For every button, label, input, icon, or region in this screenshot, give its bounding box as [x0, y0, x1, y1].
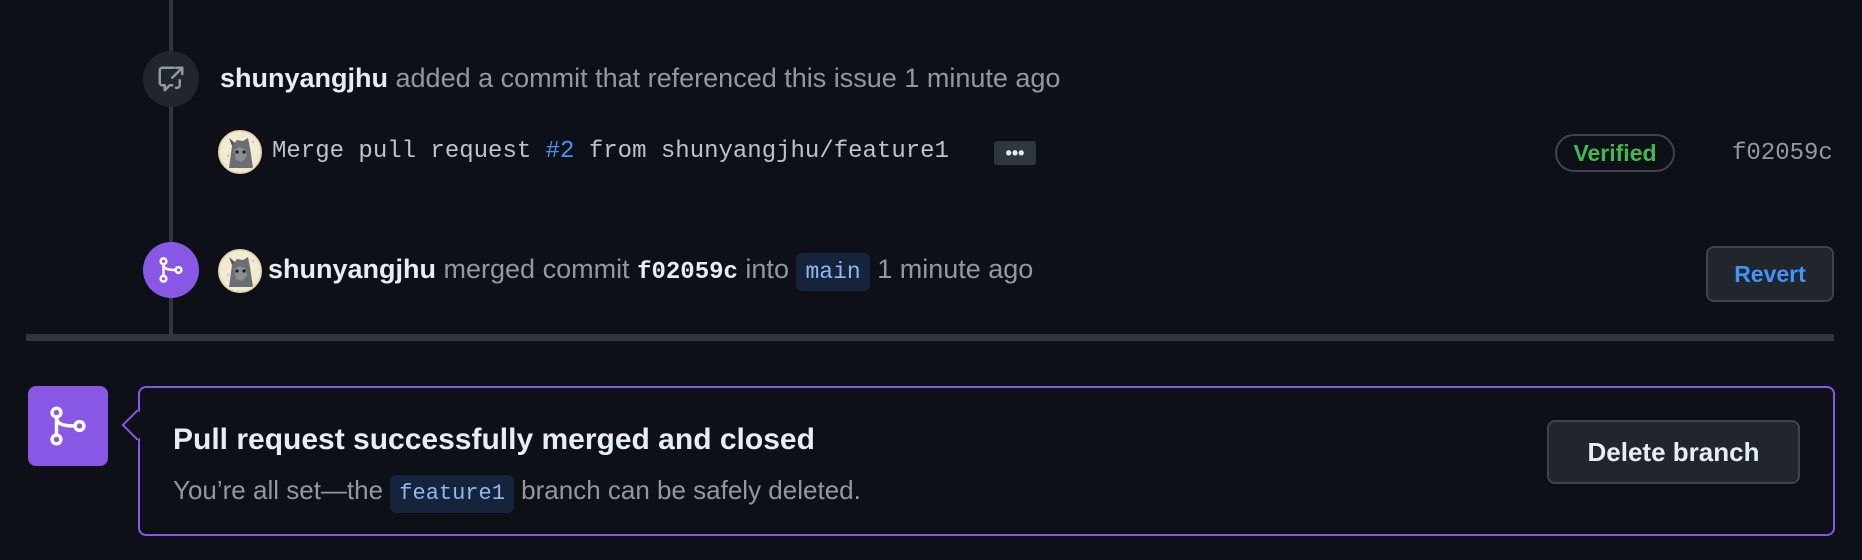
- base-branch-chip[interactable]: main: [796, 253, 870, 291]
- timeline-divider: [26, 334, 1834, 341]
- cross-reference-icon: [158, 66, 184, 92]
- merge-status-icon-box: [28, 386, 108, 466]
- user-avatar[interactable]: [218, 130, 262, 174]
- commit-sha-link[interactable]: f02059c: [1732, 139, 1833, 169]
- commit-reference-event: shunyangjhu added a commit that referenc…: [220, 61, 1060, 95]
- user-avatar[interactable]: [218, 249, 262, 293]
- into-text: into: [745, 254, 789, 284]
- commit-message[interactable]: Merge pull request #2 from shunyangjhu/f…: [272, 137, 949, 167]
- commit-message-prefix: Merge pull request: [272, 138, 532, 165]
- event-description: added a commit that referenced this issu…: [395, 63, 897, 93]
- merged-status-title: Pull request successfully merged and clo…: [173, 423, 815, 456]
- merged-status-description: You’re all set—the feature1 branch can b…: [173, 471, 861, 513]
- expand-commit-button[interactable]: •••: [994, 141, 1036, 165]
- git-merge-icon: [159, 257, 183, 283]
- pr-timeline: shunyangjhu added a commit that referenc…: [0, 0, 1862, 560]
- pull-request-link[interactable]: #2: [546, 138, 575, 165]
- merged-badge: [143, 242, 199, 298]
- merged-event: shunyangjhu merged commit f02059c into m…: [268, 252, 1033, 291]
- event-actor[interactable]: shunyangjhu: [220, 63, 388, 93]
- merged-desc-prefix: You’re all set—the: [173, 475, 384, 505]
- cross-reference-badge: [143, 51, 199, 107]
- merged-text: merged commit: [443, 254, 630, 284]
- head-branch-chip[interactable]: feature1: [390, 475, 514, 513]
- commit-message-suffix: from shunyangjhu/feature1: [588, 138, 949, 165]
- event-time[interactable]: 1 minute ago: [877, 254, 1033, 284]
- merged-desc-suffix: branch can be safely deleted.: [521, 475, 861, 505]
- event-time[interactable]: 1 minute ago: [904, 63, 1060, 93]
- git-merge-icon: [50, 406, 86, 446]
- verified-badge[interactable]: Verified: [1555, 134, 1675, 172]
- delete-branch-button[interactable]: Delete branch: [1547, 420, 1800, 484]
- event-actor[interactable]: shunyangjhu: [268, 254, 436, 284]
- revert-button[interactable]: Revert: [1706, 246, 1834, 302]
- merged-commit-sha[interactable]: f02059c: [637, 259, 738, 286]
